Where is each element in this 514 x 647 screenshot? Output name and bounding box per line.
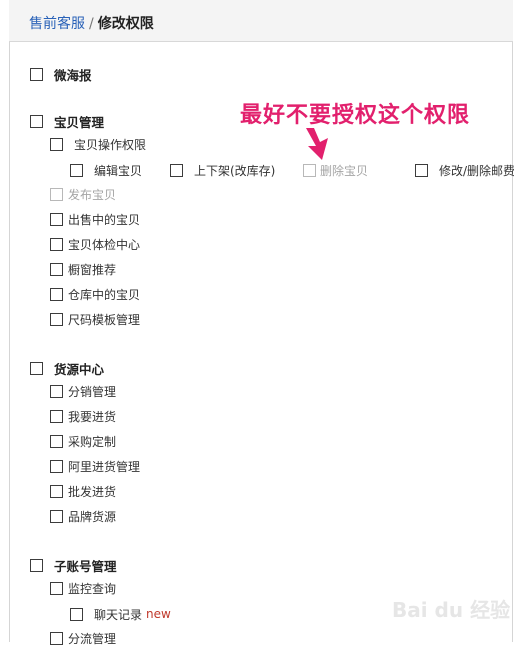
checkbox[interactable] (70, 607, 83, 621)
new-badge: new (146, 607, 171, 621)
perm-label: 修改/删除邮费 (439, 163, 514, 178)
perm-shelf[interactable]: 上下架(改库存) (170, 162, 275, 178)
checkbox[interactable] (50, 237, 63, 251)
checkbox[interactable] (30, 67, 43, 81)
perm-baobei-manage[interactable]: 宝贝管理 (30, 113, 105, 130)
perm-label: 宝贝管理 (54, 114, 105, 130)
perm-label: 货源中心 (54, 361, 105, 377)
warning-annotation: 最好不要授权这个权限 (240, 103, 471, 128)
checkbox[interactable] (50, 459, 63, 473)
perm-custom-order[interactable]: 采购定制 (50, 433, 116, 449)
perm-label: 发布宝贝 (68, 187, 117, 202)
perm-health-check[interactable]: 宝贝体检中心 (50, 236, 140, 252)
perm-chat-log[interactable]: 聊天记录 new (70, 606, 171, 622)
checkbox[interactable] (50, 287, 63, 301)
arrow-down-icon (306, 128, 328, 160)
perm-label: 微海报 (54, 67, 92, 83)
perm-brand-source[interactable]: 品牌货源 (50, 508, 116, 524)
checkbox[interactable] (50, 312, 63, 326)
perm-label: 批发进货 (68, 484, 117, 499)
page-title: 修改权限 (97, 16, 154, 32)
checkbox[interactable] (30, 114, 43, 128)
perm-huoyuan[interactable]: 货源中心 (30, 360, 105, 377)
perm-label: 尺码模板管理 (68, 312, 141, 327)
checkbox[interactable] (50, 484, 63, 498)
perm-weihaibao[interactable]: 微海报 (30, 66, 92, 83)
perm-ali-purchase[interactable]: 阿里进货管理 (50, 458, 140, 474)
checkbox[interactable] (50, 434, 63, 448)
checkbox[interactable] (30, 558, 43, 572)
perm-label: 分销管理 (68, 384, 117, 399)
perm-wholesale[interactable]: 批发进货 (50, 483, 116, 499)
checkbox[interactable] (50, 409, 63, 423)
breadcrumb-link-presales[interactable]: 售前客服 (29, 16, 85, 32)
watermark-logo: Bai du 经验 (392, 598, 511, 622)
perm-baobei-op[interactable]: 宝贝操作权限 (50, 136, 146, 152)
perm-label: 橱窗推荐 (68, 262, 117, 277)
perm-label: 采购定制 (68, 434, 117, 449)
checkbox[interactable] (415, 163, 428, 177)
checkbox[interactable] (50, 509, 63, 523)
perm-delete-item: 删除宝贝 (303, 162, 368, 178)
checkbox[interactable] (50, 212, 63, 226)
perm-purchase[interactable]: 我要进货 (50, 408, 116, 424)
perm-label: 出售中的宝贝 (68, 212, 141, 227)
perm-window-recommend[interactable]: 橱窗推荐 (50, 261, 116, 277)
perm-label: 品牌货源 (68, 509, 117, 524)
breadcrumb: 售前客服 / 修改权限 (29, 13, 154, 33)
breadcrumb-separator: / (89, 16, 94, 32)
perm-label: 编辑宝贝 (94, 163, 143, 178)
page-header: 售前客服 / 修改权限 (9, 0, 513, 42)
perm-shipping-fee[interactable]: 修改/删除邮费 (415, 162, 514, 178)
perm-label: 宝贝体检中心 (68, 237, 141, 252)
perm-label: 仓库中的宝贝 (68, 287, 141, 302)
checkbox[interactable] (50, 137, 63, 151)
perm-label: 监控查询 (68, 581, 117, 596)
perm-publish-item: 发布宝贝 (50, 186, 116, 202)
perm-distribution[interactable]: 分销管理 (50, 383, 116, 399)
checkbox[interactable] (30, 361, 43, 375)
perm-label: 阿里进货管理 (68, 459, 141, 474)
perm-monitor-query[interactable]: 监控查询 (50, 580, 116, 596)
perm-subaccount[interactable]: 子账号管理 (30, 557, 117, 574)
perm-label: 删除宝贝 (320, 163, 369, 178)
checkbox[interactable] (50, 631, 63, 645)
perm-warehouse[interactable]: 仓库中的宝贝 (50, 286, 140, 302)
perm-size-template[interactable]: 尺码模板管理 (50, 311, 140, 327)
checkbox[interactable] (70, 163, 83, 177)
perm-label: 我要进货 (68, 409, 117, 424)
perm-label: 分流管理 (68, 631, 117, 646)
perm-label: 聊天记录 (94, 607, 143, 622)
perm-label: 子账号管理 (54, 558, 117, 574)
perm-label: 上下架(改库存) (194, 163, 276, 178)
perm-on-sale[interactable]: 出售中的宝贝 (50, 211, 140, 227)
perm-label: 宝贝操作权限 (74, 137, 147, 152)
checkbox[interactable] (50, 581, 63, 595)
perm-edit-item[interactable]: 编辑宝贝 (70, 162, 142, 178)
checkbox[interactable] (50, 384, 63, 398)
checkbox-disabled (50, 187, 63, 201)
perm-traffic-split[interactable]: 分流管理 (50, 630, 116, 646)
checkbox-disabled (303, 163, 316, 177)
checkbox[interactable] (170, 163, 183, 177)
checkbox[interactable] (50, 262, 63, 276)
